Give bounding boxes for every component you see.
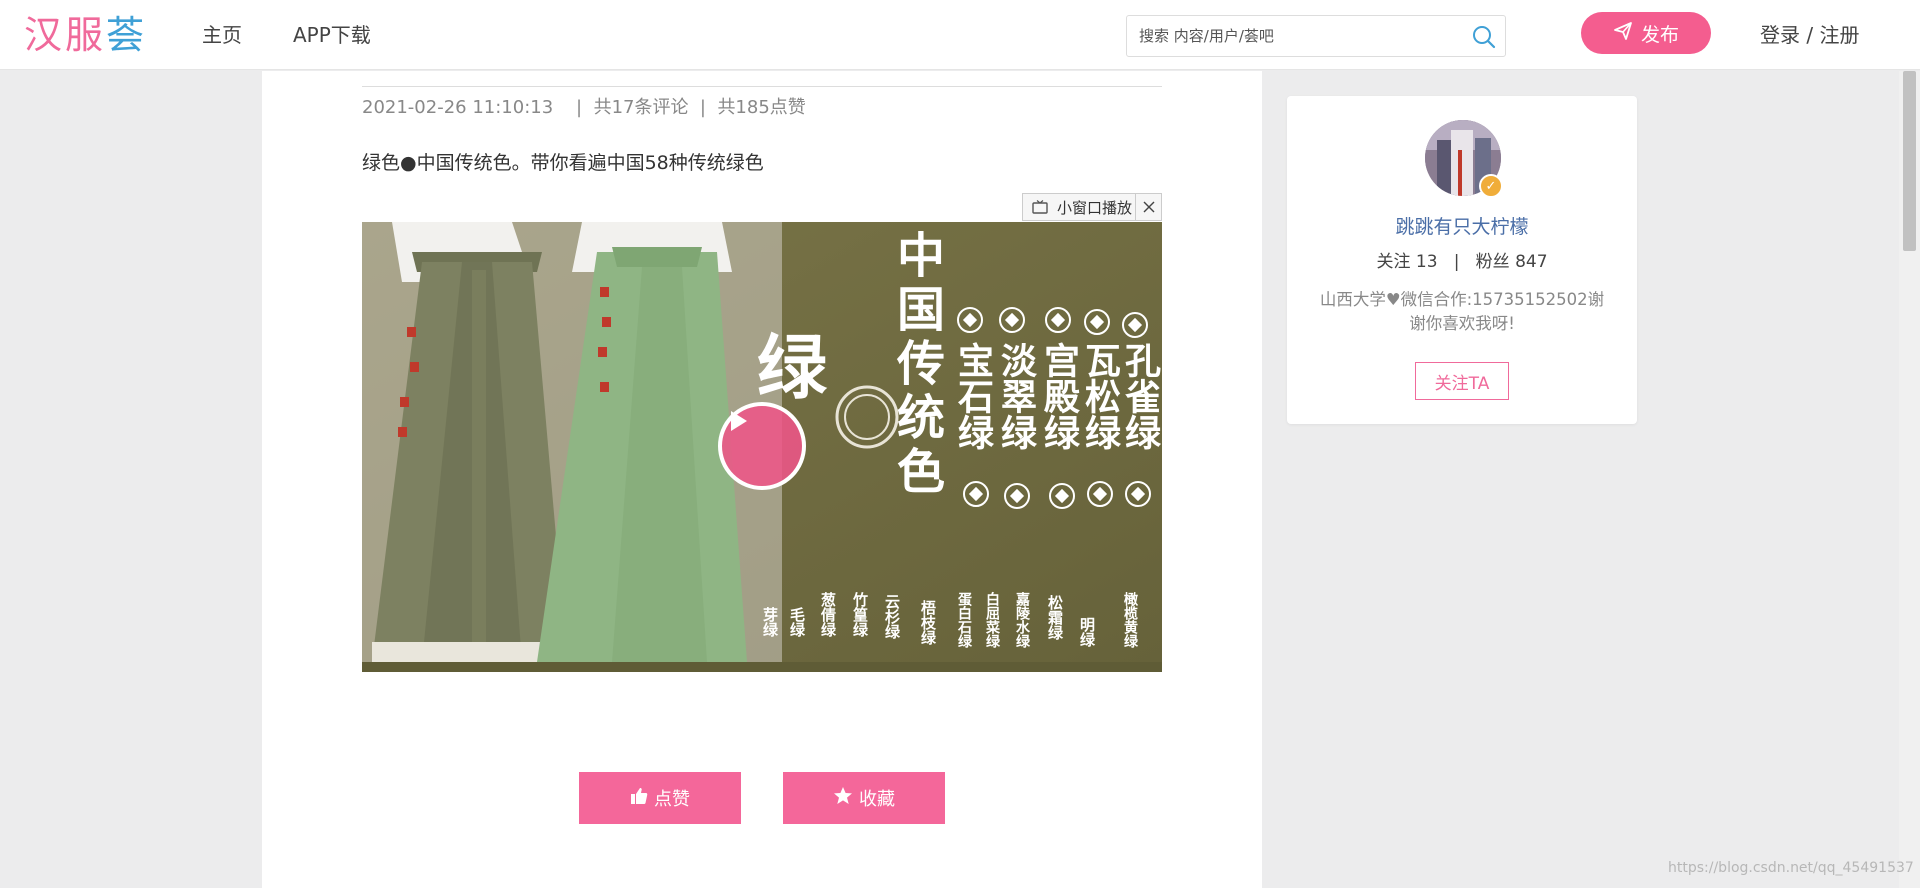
overlay-bottom-5: 云杉绿 xyxy=(883,594,901,639)
author-name[interactable]: 跳跳有只大柠檬 xyxy=(1287,214,1637,240)
author-stats: 关注 13 | 粉丝 847 xyxy=(1376,252,1548,272)
post-container: 2021-02-26 11:10:13 | 共17条评论 | 共185点赞 绿色… xyxy=(262,71,1262,888)
search-icon[interactable] xyxy=(1471,24,1497,50)
overlay-headline-4: 瓦松绿 xyxy=(1079,342,1121,450)
close-icon[interactable] xyxy=(1135,194,1161,220)
star-icon xyxy=(833,786,853,811)
author-bio: 山西大学♥微信合作:15735152502谢谢你喜欢我呀! xyxy=(1319,290,1605,333)
favorite-button[interactable]: 收藏 xyxy=(783,772,945,824)
scrollbar-thumb[interactable] xyxy=(1903,71,1916,251)
overlay-bottom-3: 葱倩绿 xyxy=(819,592,837,637)
tv-icon xyxy=(1023,194,1057,220)
post-datetime: 2021-02-26 11:10:13 xyxy=(362,97,554,118)
overlay-headline-2: 淡翠绿 xyxy=(995,342,1037,450)
overlay-bottom-8: 白屈菜绿 xyxy=(984,592,1000,648)
nav-app-download[interactable]: APP下载 xyxy=(293,22,371,48)
logo-part-2: 荟 xyxy=(106,13,148,57)
overlay-bottom-6: 梧枝绿 xyxy=(919,600,937,645)
watermark: https://blog.csdn.net/qq_45491537 xyxy=(1668,860,1914,876)
following-count[interactable]: 关注 13 xyxy=(1376,252,1437,272)
page-scrollbar[interactable] xyxy=(1899,71,1920,888)
play-icon[interactable] xyxy=(718,402,806,490)
post-meta: 2021-02-26 11:10:13 | 共17条评论 | 共185点赞 xyxy=(362,97,806,118)
overlay-bottom-12: 橄榄黄绿 xyxy=(1122,592,1138,648)
overlay-bottom-11: 明绿 xyxy=(1078,617,1096,647)
like-button[interactable]: 点赞 xyxy=(579,772,741,824)
overlay-bottom-4: 竹篁绿 xyxy=(851,592,869,637)
overlay-main-title: 中国传统色 xyxy=(888,230,944,500)
overlay-headline-5: 孔雀绿 xyxy=(1119,342,1161,450)
overlay-bottom-7: 蛋白石绿 xyxy=(956,592,972,648)
nav-home[interactable]: 主页 xyxy=(202,22,242,48)
login-register-link[interactable]: 登录 / 注册 xyxy=(1760,22,1859,48)
verified-badge-icon: ✓ xyxy=(1479,174,1503,198)
overlay-bottom-1: 芽绿 xyxy=(761,607,779,637)
overlay-bottom-10: 松霜绿 xyxy=(1046,595,1064,640)
publish-button[interactable]: 发布 xyxy=(1581,12,1711,54)
search-box xyxy=(1126,15,1506,57)
like-label: 点赞 xyxy=(654,789,690,810)
overlay-headline-1: 宝石绿 xyxy=(952,342,994,450)
follower-count[interactable]: 粉丝 847 xyxy=(1476,252,1548,272)
divider xyxy=(362,86,1162,87)
author-card: ✓ 跳跳有只大柠檬 关注 13 | 粉丝 847 山西大学♥微信合作:15735… xyxy=(1287,96,1637,424)
overlay-bottom-9: 嘉陵水绿 xyxy=(1014,592,1030,648)
overlay-headline-3: 宫殿绿 xyxy=(1038,342,1080,450)
paper-plane-icon xyxy=(1613,21,1633,46)
mini-player-button[interactable]: 小窗口播放 xyxy=(1057,197,1135,218)
overlay-bottom-2: 毛绿 xyxy=(788,607,806,637)
video-player[interactable]: 绿 中国传统色 宝石绿 淡翠绿 宫殿绿 瓦松绿 孔雀绿 芽绿 毛绿 葱倩绿 竹篁… xyxy=(362,222,1162,672)
comment-count: 共17条评论 xyxy=(593,97,689,118)
search-input[interactable] xyxy=(1139,26,1459,46)
favorite-label: 收藏 xyxy=(859,789,895,810)
follow-button[interactable]: 关注TA xyxy=(1415,362,1509,400)
post-title: 绿色●中国传统色。带你看遍中国58种传统绿色 xyxy=(362,152,764,174)
site-logo[interactable]: 汉服荟 xyxy=(24,12,147,58)
thumbs-up-icon xyxy=(630,787,648,810)
logo-part-1: 汉服 xyxy=(24,13,107,57)
publish-label: 发布 xyxy=(1640,23,1679,46)
top-header: 汉服荟 主页 APP下载 发布 登录 / 注册 xyxy=(0,0,1920,70)
like-count: 共185点赞 xyxy=(717,97,806,118)
overlay-big-char: 绿 xyxy=(757,326,827,409)
mini-player-bar: 小窗口播放 xyxy=(1022,193,1162,221)
